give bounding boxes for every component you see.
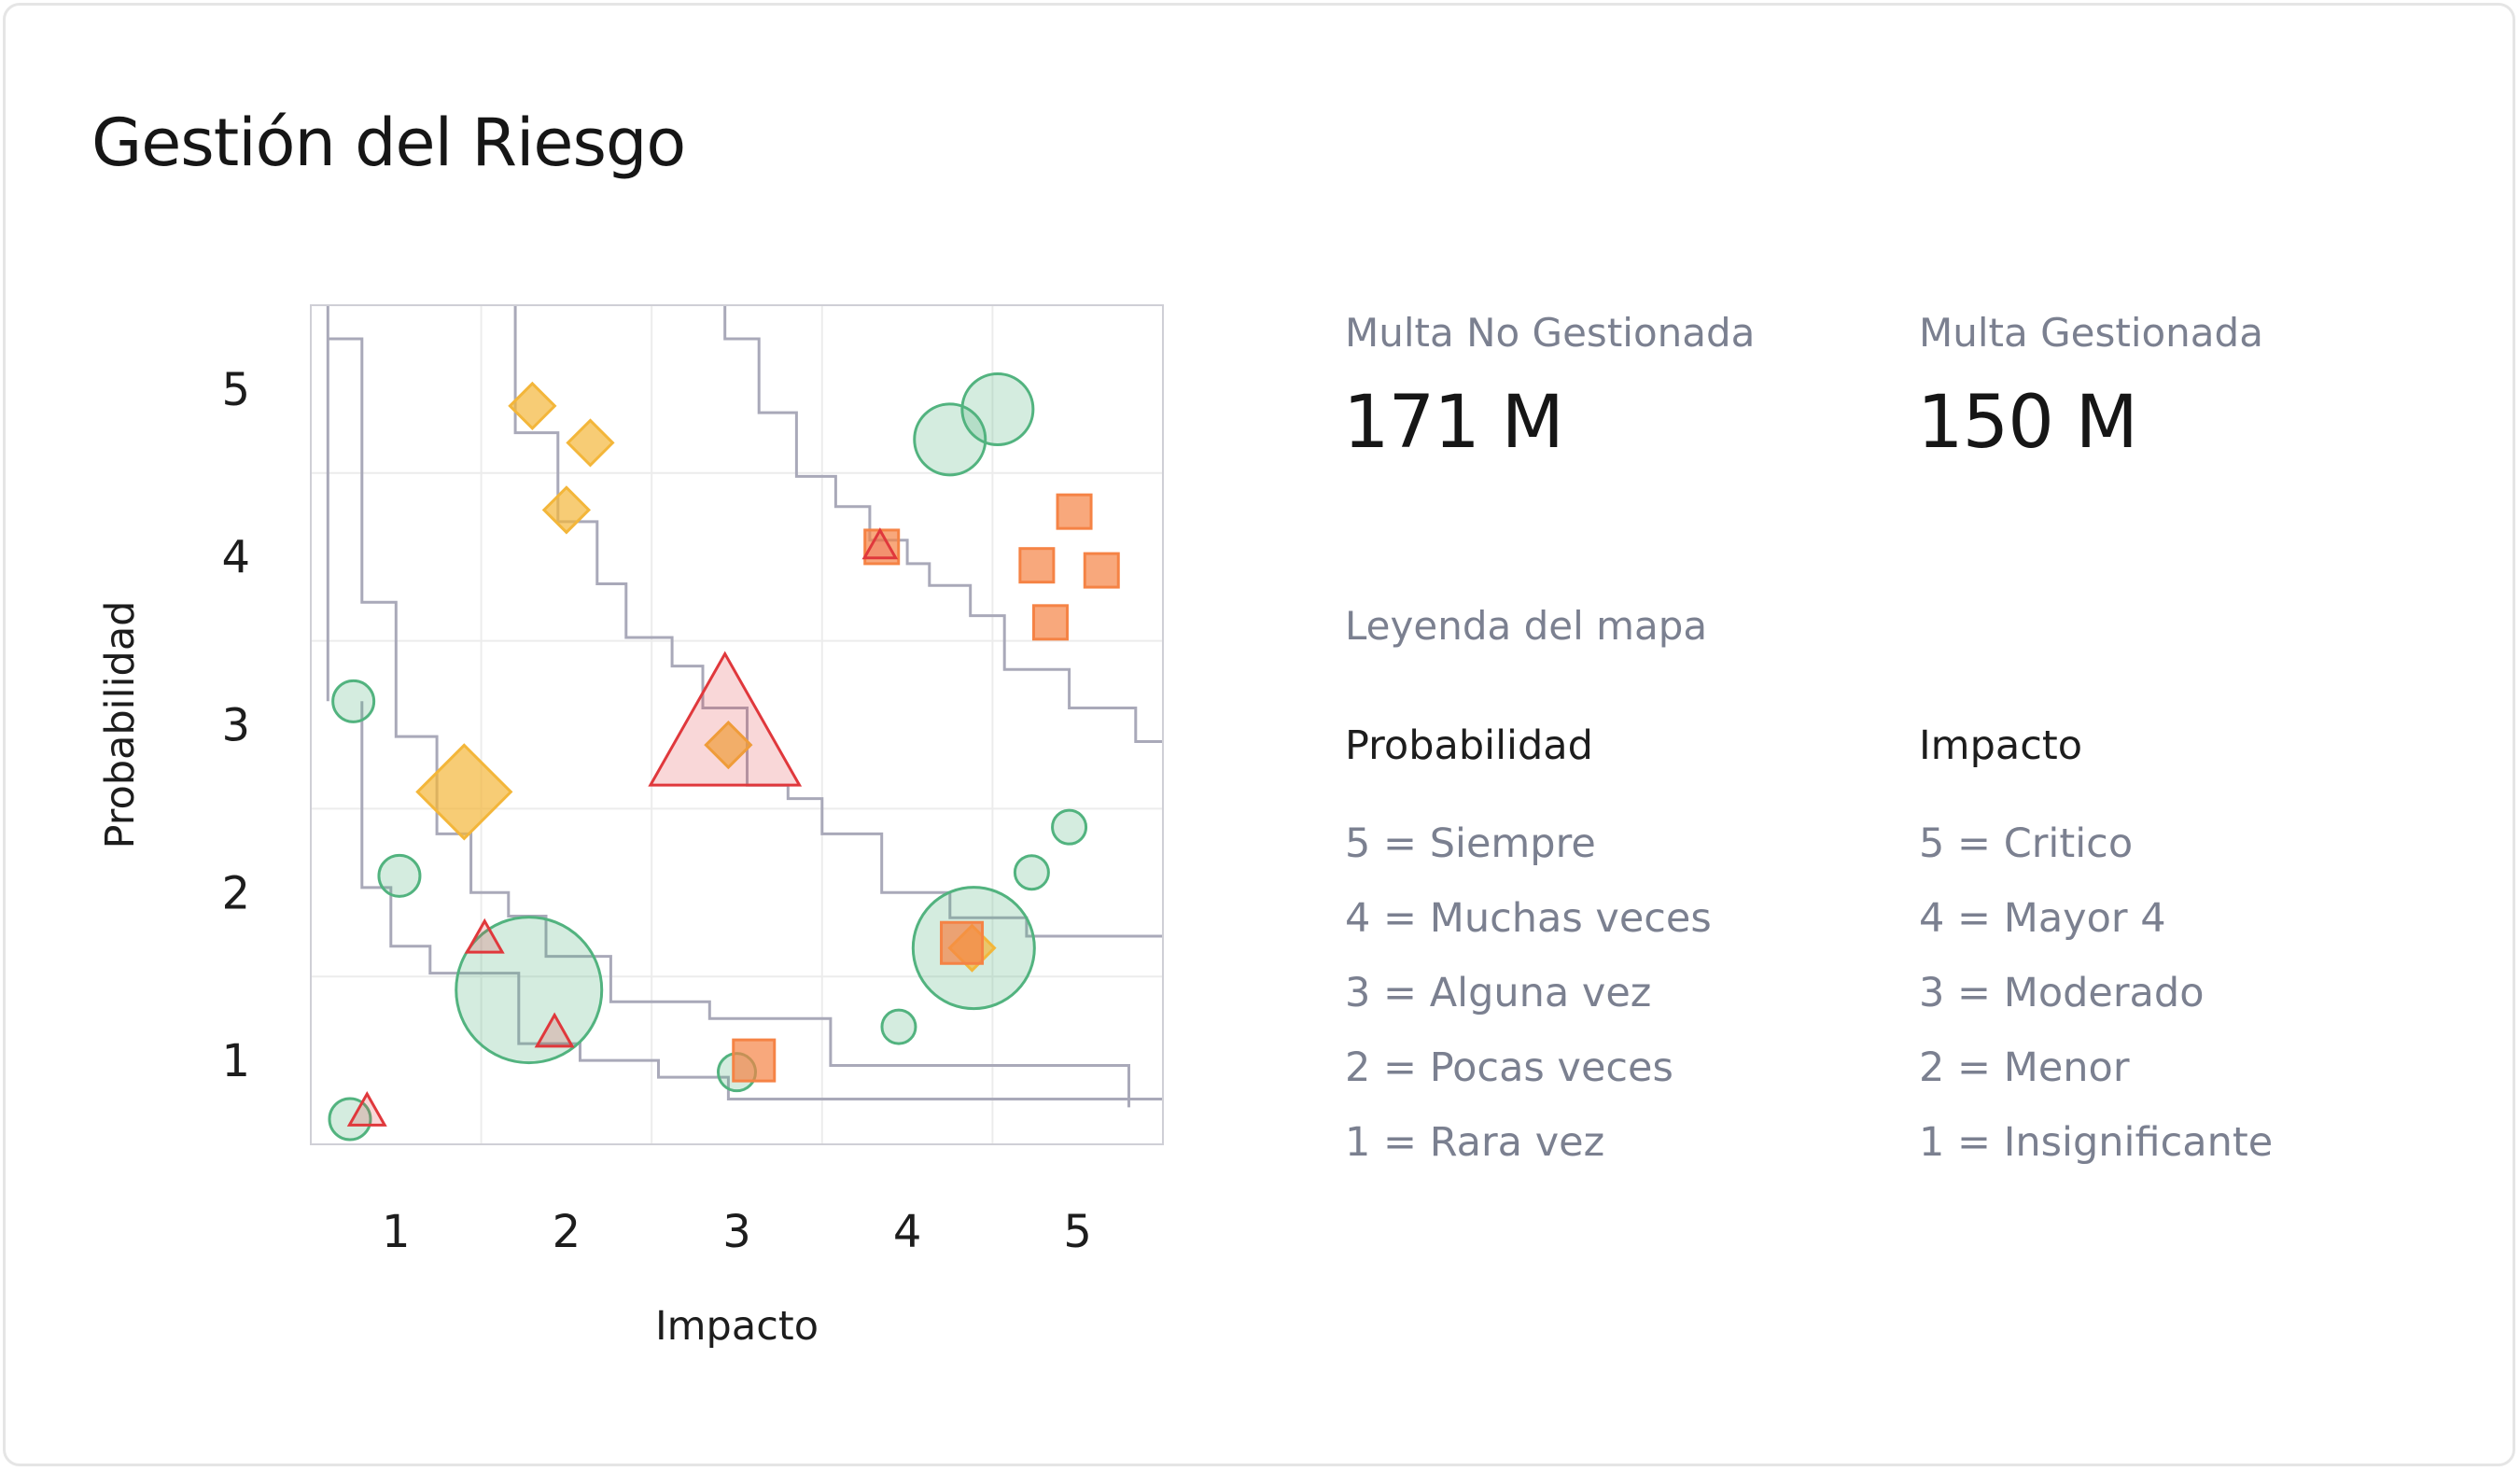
y-tick-label: 2 xyxy=(221,867,250,919)
risk-marker-circle[interactable] xyxy=(1013,854,1050,891)
kpi-label-managed: Multa Gestionada xyxy=(1919,310,2263,356)
risk-marker-square[interactable] xyxy=(1018,547,1056,584)
risk-marker-square[interactable] xyxy=(732,1038,777,1083)
x-tick-label: 2 xyxy=(553,1206,581,1258)
legend-item: 3 = Alguna vez xyxy=(1345,970,1652,1016)
kpi-value-unmanaged: 171 M xyxy=(1343,381,1564,465)
risk-marker-diamond[interactable] xyxy=(541,485,592,535)
legend-item: 3 = Moderado xyxy=(1919,970,2205,1016)
kpi-label-unmanaged: Multa No Gestionada xyxy=(1345,310,1756,356)
legend-item: 4 = Mayor 4 xyxy=(1919,895,2166,942)
risk-contour-line xyxy=(723,305,1163,743)
x-tick-label: 1 xyxy=(382,1206,411,1258)
legend-item: 1 = Rara vez xyxy=(1345,1119,1605,1166)
risk-marker-diamond[interactable] xyxy=(415,743,513,841)
legend-item: 5 = Siempre xyxy=(1345,820,1596,867)
x-tick-label: 5 xyxy=(1063,1206,1092,1258)
risk-marker-square[interactable] xyxy=(1056,493,1093,530)
legend-item: 4 = Muchas veces xyxy=(1345,895,1712,942)
kpi-value-managed: 150 M xyxy=(1917,381,2138,465)
risk-marker-square[interactable] xyxy=(940,920,985,965)
risk-marker-circle[interactable] xyxy=(377,853,422,898)
legend-item: 5 = Critico xyxy=(1919,820,2134,867)
legend-impacto-list: 5 = Critico 4 = Mayor 4 3 = Moderado 2 =… xyxy=(1919,812,2273,1185)
legend-item: 1 = Insignificante xyxy=(1919,1119,2274,1166)
y-tick-label: 1 xyxy=(221,1035,250,1087)
legend-probabilidad-list: 5 = Siempre 4 = Muchas veces 3 = Alguna … xyxy=(1345,812,1712,1185)
y-axis-label: Probabilidad xyxy=(97,601,144,849)
risk-marker-circle[interactable] xyxy=(880,1008,917,1045)
y-tick-label: 3 xyxy=(221,700,250,752)
risk-marker-circle[interactable] xyxy=(1051,808,1088,846)
risk-matrix-chart: 1 2 3 4 5 1 2 3 4 5 Impacto Probabilidad xyxy=(97,304,1164,1350)
legend-probabilidad-heading: Probabilidad xyxy=(1345,722,1593,769)
x-tick-label: 3 xyxy=(722,1206,751,1258)
legend-item: 2 = Menor xyxy=(1919,1044,2130,1091)
risk-marker-triangle[interactable] xyxy=(648,651,803,787)
risk-marker-diamond[interactable] xyxy=(566,418,615,468)
x-tick-label: 4 xyxy=(893,1206,922,1258)
risk-marker-circle[interactable] xyxy=(331,679,376,723)
risk-markers xyxy=(328,371,1120,1142)
y-tick-label: 5 xyxy=(221,364,250,416)
legend-title: Leyenda del mapa xyxy=(1345,603,1708,649)
legend-item: 2 = Pocas veces xyxy=(1345,1044,1673,1091)
risk-marker-square[interactable] xyxy=(1031,604,1069,641)
x-axis-label: Impacto xyxy=(655,1303,819,1350)
risk-marker-circle[interactable] xyxy=(960,371,1035,446)
legend-impacto-heading: Impacto xyxy=(1919,722,2083,769)
y-tick-label: 4 xyxy=(221,532,250,584)
risk-marker-square[interactable] xyxy=(1083,552,1120,589)
